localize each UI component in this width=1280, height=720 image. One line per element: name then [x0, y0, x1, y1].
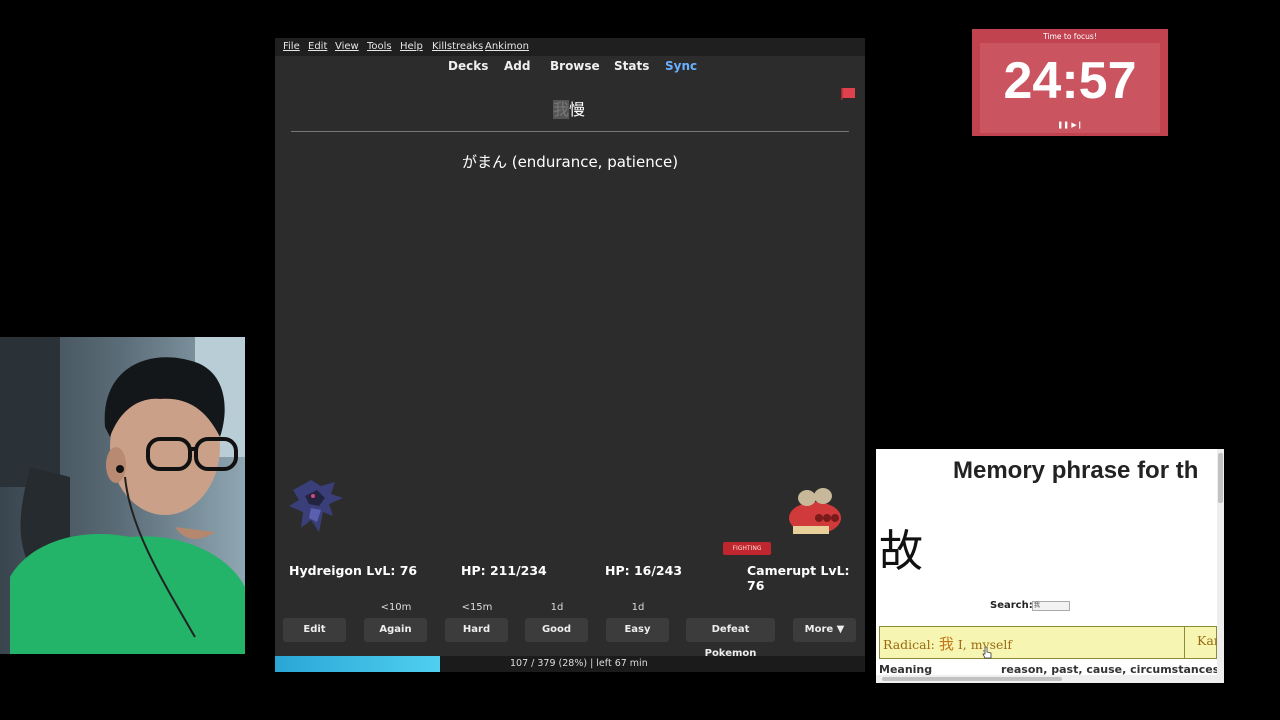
radical-text: Radical: 我 I, myself: [883, 633, 1012, 654]
card-answer: がまん (endurance, patience): [461, 153, 679, 171]
card-front: 我慢: [553, 96, 585, 120]
reference-kanji: 故: [879, 526, 923, 577]
radical-label: Radical:: [883, 637, 935, 652]
vertical-scrollbar-thumb[interactable]: [1218, 453, 1223, 503]
menu-file[interactable]: File: [283, 41, 300, 52]
menu-view[interactable]: View: [335, 41, 359, 52]
card-front-hidden-char: 我: [553, 100, 570, 119]
menu-killstreaks[interactable]: Killstreaks: [432, 41, 483, 52]
interval-easy: 1d: [631, 602, 645, 613]
easy-button[interactable]: Easy: [606, 618, 669, 642]
webcam-image: [0, 337, 245, 654]
anki-window: File Edit View Tools Help Killstreaks An…: [275, 38, 865, 672]
interval-again: <10m: [380, 602, 412, 613]
toolbar-add[interactable]: Add: [504, 59, 530, 73]
interval-good: 1d: [550, 602, 564, 613]
edit-button[interactable]: Edit: [283, 618, 346, 642]
toolbar-stats[interactable]: Stats: [614, 59, 649, 73]
toolbar-sync[interactable]: Sync: [665, 59, 697, 73]
player-pokemon-label: Hydreigon LvL: 76: [289, 563, 418, 578]
good-button[interactable]: Good: [525, 618, 588, 642]
menu-ankimon[interactable]: Ankimon: [485, 41, 529, 52]
more-button[interactable]: More ▼: [793, 618, 856, 642]
memory-phrase-heading: Memory phrase for th: [953, 457, 1199, 484]
enemy-type-badge: FIGHTING: [723, 542, 771, 555]
timer-title: Time to focus!: [1043, 32, 1097, 41]
defeat-pokemon-button[interactable]: Defeat Pokemon: [686, 618, 775, 659]
menu-edit[interactable]: Edit: [308, 41, 327, 52]
menu-help[interactable]: Help: [400, 41, 423, 52]
menubar: File Edit View Tools Help Killstreaks An…: [275, 38, 865, 56]
vertical-scrollbar[interactable]: [1217, 449, 1224, 683]
timer-pause-skip-controls[interactable]: ❚❚ ▶❙: [972, 121, 1168, 129]
horizontal-scrollbar-thumb[interactable]: [882, 677, 1062, 681]
menu-tools[interactable]: Tools: [367, 41, 392, 52]
card-divider: [291, 131, 849, 132]
toolbar-browse[interactable]: Browse: [550, 59, 600, 73]
horizontal-scrollbar[interactable]: [876, 675, 1217, 683]
webcam-feed: [0, 337, 245, 654]
review-progress-fill: [275, 656, 440, 672]
card-front-visible-char: 慢: [569, 100, 586, 119]
enemy-pokemon-label: Camerupt LvL: 76: [747, 563, 850, 593]
red-flag-icon[interactable]: [841, 88, 855, 100]
search-label: Search:: [990, 600, 1033, 611]
search-input[interactable]: 我: [1032, 601, 1070, 611]
interval-hard: <15m: [461, 602, 493, 613]
kanji-reference-panel: Memory phrase for th 故 Search: 我 Radical…: [876, 449, 1224, 683]
review-progress-text: 107 / 379 (28%) | left 67 min: [510, 658, 648, 669]
hard-button[interactable]: Hard: [445, 618, 508, 642]
player-hp: HP: 211/234: [461, 563, 547, 578]
hydreigon-sprite: [289, 480, 343, 532]
review-progress-bar: 107 / 379 (28%) | left 67 min: [275, 656, 865, 672]
enemy-hp: HP: 16/243: [605, 563, 683, 578]
camerupt-sprite: [789, 488, 841, 534]
radical-cell: Radical: 我 I, myself: [880, 627, 1185, 658]
radical-row: Radical: 我 I, myself Kan: [879, 626, 1222, 659]
radical-kanji: 我: [938, 635, 954, 653]
again-button[interactable]: Again: [364, 618, 427, 642]
toolbar-decks[interactable]: Decks: [448, 59, 488, 73]
hand-cursor-icon: [982, 647, 992, 659]
focus-timer: Time to focus! 24:57 ❚❚ ▶❙: [972, 29, 1168, 136]
timer-clock: 24:57: [1003, 52, 1137, 110]
